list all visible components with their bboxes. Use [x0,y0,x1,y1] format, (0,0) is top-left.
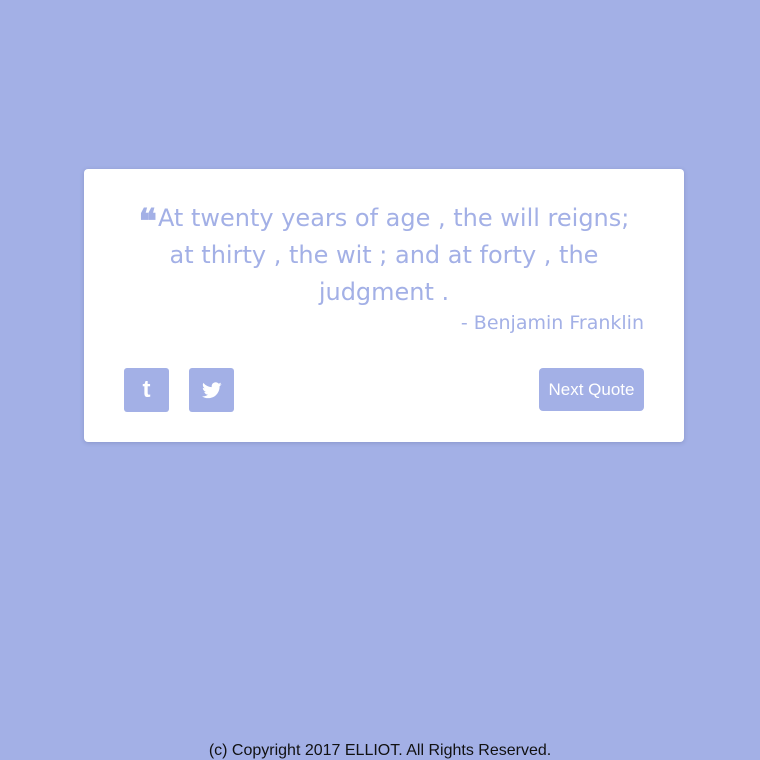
next-quote-button[interactable]: Next Quote [539,368,644,411]
quote-box: ❝At twenty years of age , the will reign… [84,169,684,442]
twitter-icon [201,381,222,398]
footer-copyright: (c) Copyright 2017 ELLIOT. All Rights Re… [208,742,552,759]
twitter-share-button[interactable] [189,368,234,412]
tumblr-share-button[interactable]: t [124,368,169,412]
quote-left-icon: ❝ [138,202,157,242]
quote-text: ❝At twenty years of age , the will reign… [124,200,644,311]
quote-body: At twenty years of age , the will reigns… [157,204,630,306]
tumblr-icon: t [142,376,151,403]
quote-author: - Benjamin Franklin [460,312,644,334]
